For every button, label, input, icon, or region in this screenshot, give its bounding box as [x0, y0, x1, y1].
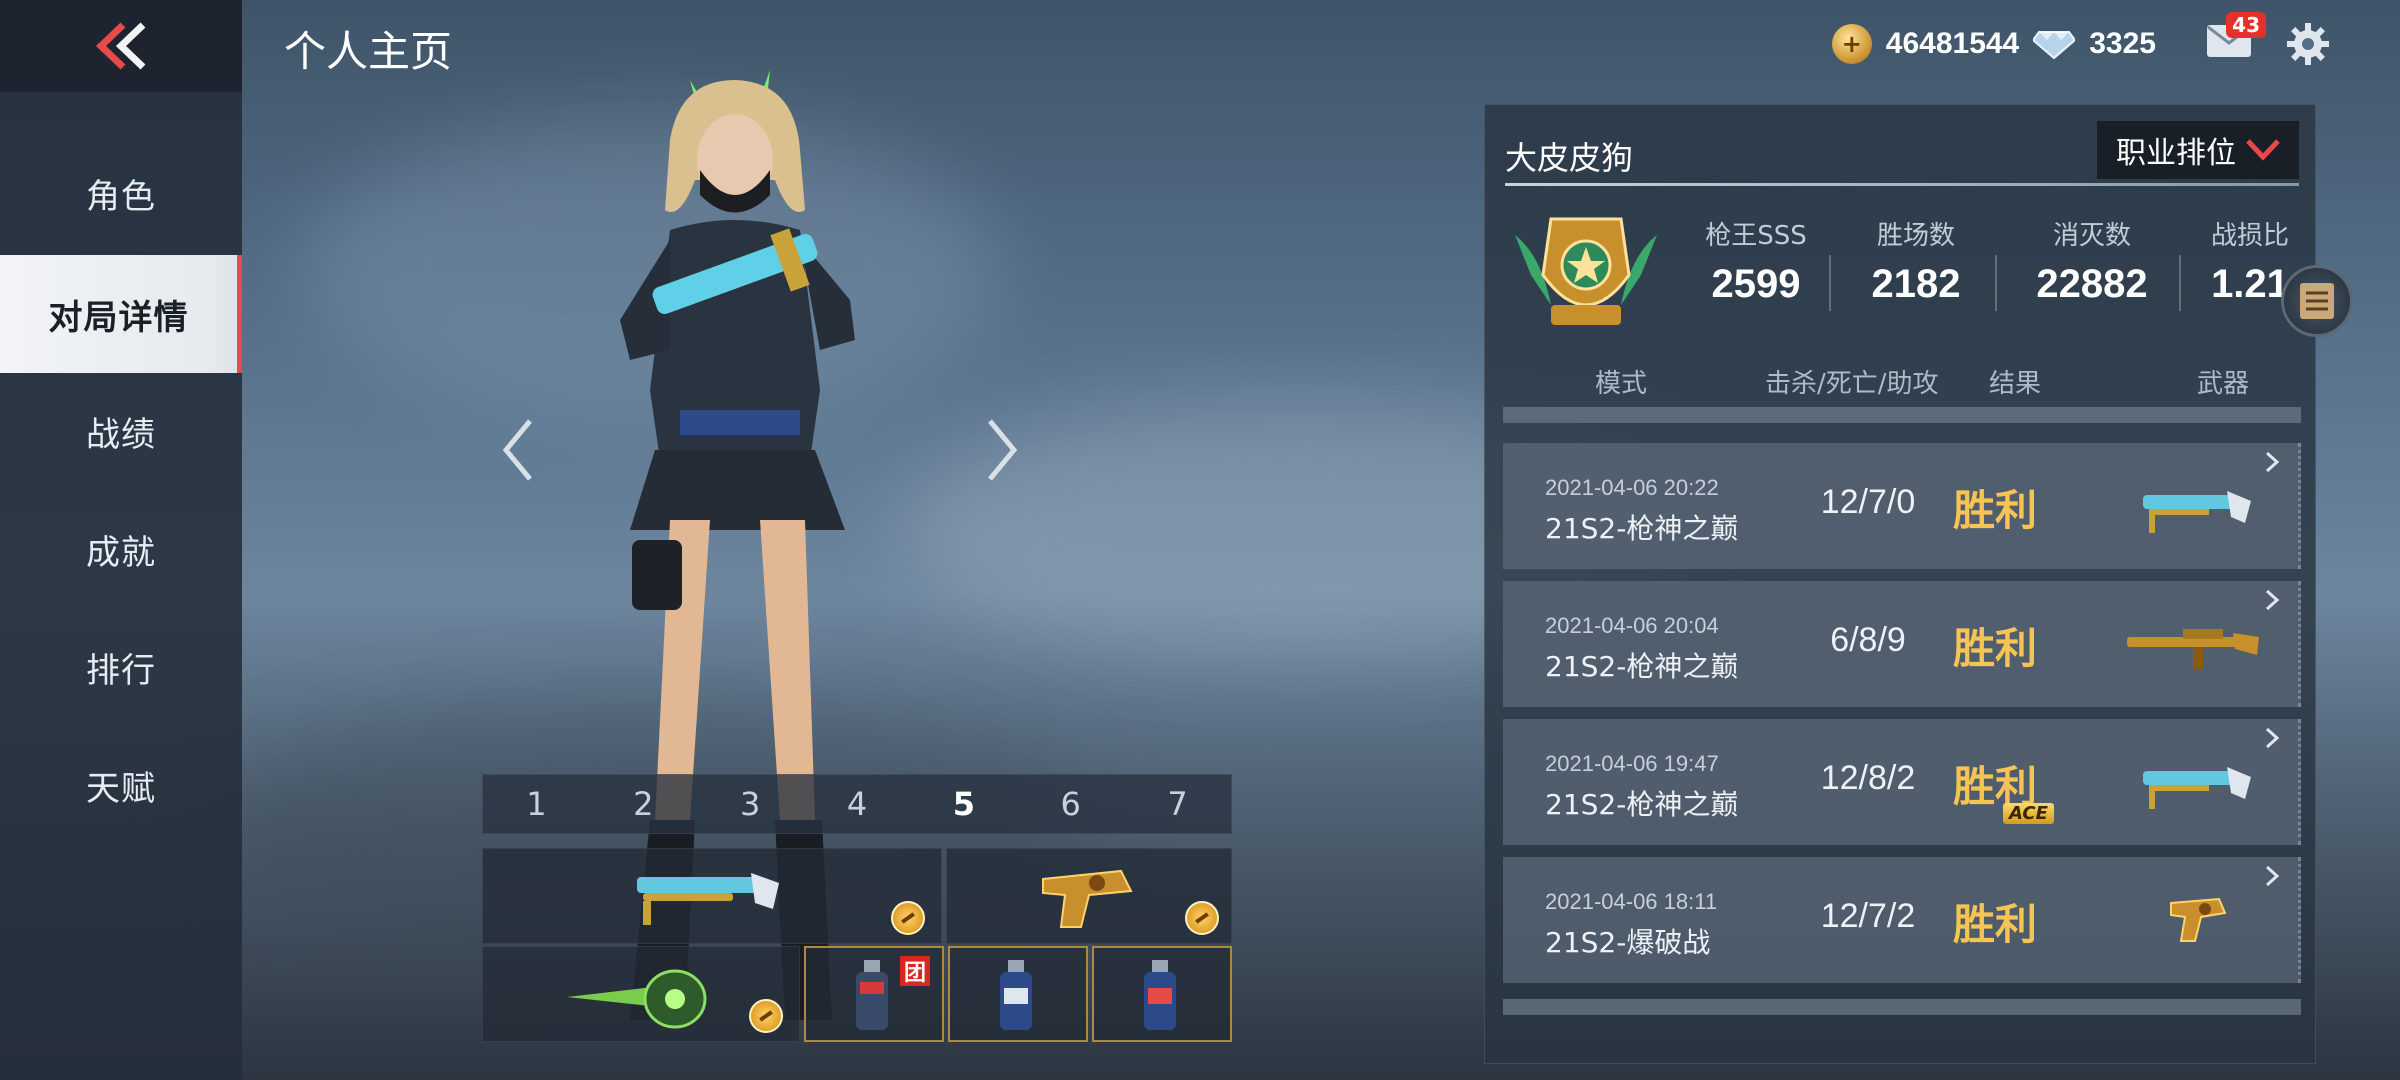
sidebar-item-character[interactable]: 角色	[0, 134, 242, 252]
loadout-slot-tab[interactable]: 3	[697, 775, 804, 833]
diamond-amount: 3325	[2089, 27, 2156, 60]
stat-divider	[1829, 255, 1831, 311]
secondary-weapon-slot[interactable]	[946, 848, 1232, 944]
list-scroll-edge	[1503, 407, 2301, 423]
gold-token-icon	[1185, 901, 1219, 935]
loadout-row-secondary: 团	[482, 946, 1232, 1042]
grenade-slot[interactable]	[948, 946, 1088, 1042]
notes-button[interactable]	[2281, 265, 2353, 337]
chevron-right-icon	[2265, 727, 2280, 749]
sidebar-item-ranking[interactable]: 排行	[0, 608, 242, 726]
diamond-icon	[2033, 31, 2076, 60]
stat-divider	[1995, 255, 1997, 311]
pistol-icon	[2170, 897, 2227, 942]
grenade-icon	[1144, 960, 1176, 1030]
loadout-panel: 1 2 3 4 5 6 7 团	[482, 774, 1232, 1044]
chevron-right-icon	[2265, 451, 2280, 473]
chevron-down-icon	[2246, 139, 2280, 161]
column-header-weapon: 武器	[2197, 368, 2250, 399]
sidebar-item-match-details[interactable]: 对局详情	[0, 255, 242, 373]
table-row[interactable]: 2021-04-06 20:22 21S2-枪神之巅 12/7/0 胜利	[1503, 443, 2301, 569]
name-divider	[1505, 183, 2299, 186]
column-header-mode: 模式	[1595, 368, 1648, 399]
currency-bar: + 46481544 3325 43	[1831, 12, 2330, 70]
loadout-row-primary	[482, 848, 1232, 944]
mail-badge: 43	[2226, 12, 2266, 38]
melee-weapon-slot[interactable]	[482, 946, 800, 1042]
loadout-slot-tab[interactable]: 7	[1124, 775, 1231, 833]
gear-icon[interactable]	[2286, 22, 2330, 66]
page-title: 个人主页	[284, 27, 453, 76]
next-character-arrow[interactable]	[982, 415, 1022, 485]
gold-coin-icon: +	[1831, 24, 1872, 64]
sidebar: 角色 对局详情 战绩 成就 排行 天赋	[0, 0, 242, 1080]
grenade-slot[interactable]	[1092, 946, 1232, 1042]
team-badge: 团	[900, 956, 930, 986]
notebook-icon	[2300, 283, 2334, 319]
loadout-slot-tab[interactable]: 1	[483, 775, 590, 833]
double-chevron-left-icon	[95, 22, 146, 70]
back-button[interactable]	[0, 0, 242, 92]
rank-mode-label: 职业排位	[2116, 136, 2236, 171]
loadout-slot-tabs: 1 2 3 4 5 6 7	[482, 774, 1232, 834]
table-row[interactable]: 2021-04-06 18:11 21S2-爆破战 12/7/2 胜利	[1503, 857, 2301, 983]
gold-amount: 46481544	[1885, 27, 2020, 60]
player-name: 大皮皮狗	[1505, 139, 1634, 177]
rank-emblem-icon	[1515, 217, 1657, 325]
grenade-icon	[856, 960, 888, 1030]
shotgun-icon	[2143, 767, 2251, 809]
chevron-right-icon	[2265, 589, 2280, 611]
stat-rank-score: 枪王SSS 2599	[1705, 221, 1807, 306]
sidebar-item-achievements[interactable]: 成就	[0, 490, 242, 608]
rifle-icon	[2127, 629, 2259, 669]
shotgun-icon	[2143, 491, 2251, 533]
match-details-panel: 大皮皮狗 职业排位 枪王SSS 2599 胜场数 2182 消灭数 22882 …	[1484, 104, 2353, 1064]
pistol-icon	[1042, 869, 1133, 928]
previous-character-arrow[interactable]	[498, 415, 538, 485]
gold-token-icon	[891, 901, 925, 935]
match-table-header: 模式 击杀/死亡/助攻 结果 武器	[1503, 353, 2301, 409]
loadout-slot-tab[interactable]: 5	[910, 775, 1017, 833]
loadout-slot-tab[interactable]: 6	[1017, 775, 1124, 833]
chevron-right-icon	[2265, 865, 2280, 887]
shotgun-icon	[637, 873, 779, 925]
loadout-slot-tab[interactable]: 4	[804, 775, 911, 833]
ace-badge: ACE	[2003, 803, 2054, 824]
rank-mode-dropdown[interactable]: 职业排位	[2097, 121, 2299, 179]
stat-divider	[2179, 255, 2181, 311]
mail-button[interactable]: 43	[2206, 12, 2266, 64]
grenade-slot[interactable]: 团	[804, 946, 944, 1042]
gold-token-icon	[749, 999, 783, 1033]
table-row[interactable]: 2021-04-06 19:47 21S2-枪神之巅 12/8/2 胜利 ACE	[1503, 719, 2301, 845]
primary-weapon-slot[interactable]	[482, 848, 942, 944]
stat-wins: 胜场数 2182	[1871, 221, 1961, 306]
sidebar-item-talent[interactable]: 天赋	[0, 726, 242, 844]
table-row[interactable]: 2021-04-06 20:04 21S2-枪神之巅 6/8/9 胜利	[1503, 581, 2301, 707]
knife-icon	[567, 969, 707, 1029]
sidebar-item-record[interactable]: 战绩	[0, 372, 242, 490]
column-header-result: 结果	[1989, 368, 2042, 399]
list-scroll-edge	[1503, 999, 2301, 1015]
grenade-icon	[1000, 960, 1032, 1030]
column-header-kda: 击杀/死亡/助攻	[1765, 368, 1939, 399]
stat-kills: 消灭数 22882	[2036, 221, 2148, 306]
loadout-slot-tab[interactable]: 2	[590, 775, 697, 833]
